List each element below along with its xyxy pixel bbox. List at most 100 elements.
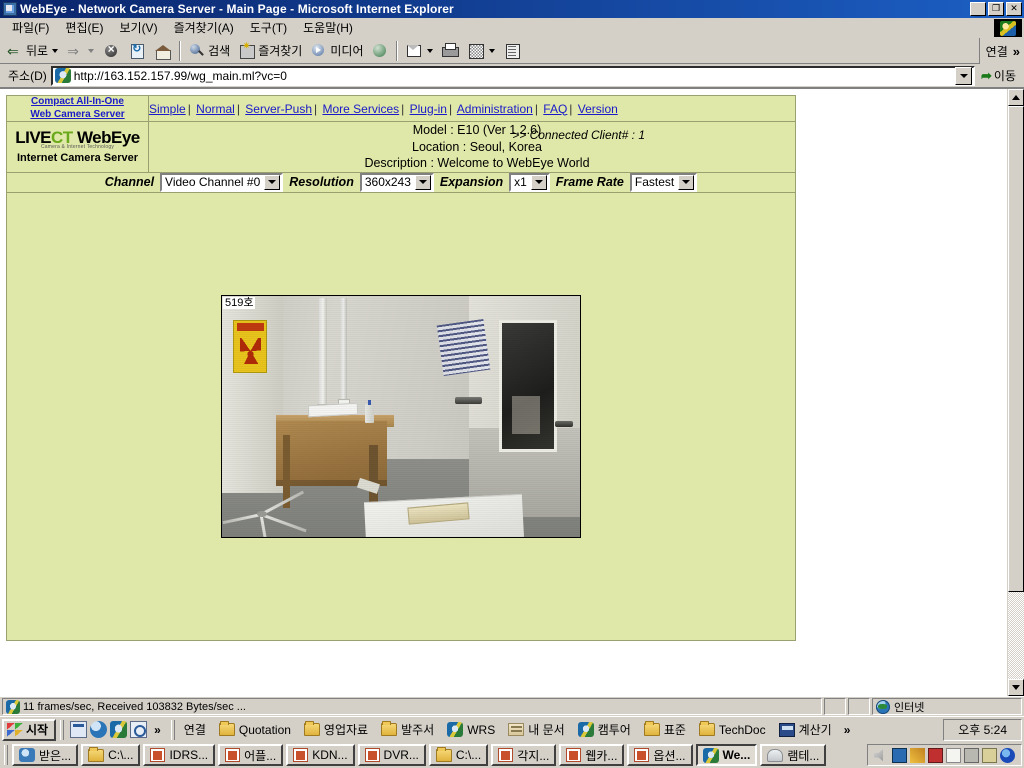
mail-dropdown-icon[interactable] [427, 48, 434, 53]
monitor-icon[interactable] [928, 747, 943, 763]
scroll-down-button[interactable] [1008, 679, 1024, 696]
task-button-explorer-2[interactable]: C:\... [428, 744, 489, 767]
taskbar-link-sales[interactable]: 영업자료 [299, 719, 373, 741]
resolution-select-arrow[interactable] [414, 174, 431, 190]
history-button[interactable] [367, 40, 393, 62]
menu-item-file[interactable]: 파일(F) [4, 17, 57, 38]
minimize-button[interactable]: _ [970, 2, 986, 16]
task-button-application[interactable]: 어플... [218, 744, 284, 767]
camera-video-stream[interactable]: 519호 [221, 294, 581, 538]
taskbar-link-standard[interactable]: 표준 [639, 719, 691, 741]
links-bar[interactable]: 연결 » [978, 38, 1024, 64]
task-button-webcam[interactable]: 웹카... [559, 744, 625, 767]
nav-link-plug-in[interactable]: Plug-in [410, 102, 447, 116]
task-button-regional[interactable]: 각지... [491, 744, 557, 767]
toolbar-grip-1[interactable] [60, 719, 65, 740]
brand-link-line2[interactable]: Web Camera Server [7, 109, 148, 122]
quicklaunch-mail-icon[interactable] [70, 721, 88, 739]
forward-button[interactable] [62, 40, 98, 62]
nav-link-more-services[interactable]: More Services [322, 102, 399, 116]
menu-item-tools[interactable]: 도구(T) [242, 17, 295, 38]
taskbar-link-mydocs[interactable]: 내 문서 [503, 719, 569, 741]
discuss-button[interactable] [499, 40, 525, 62]
taskbar-link-wrs[interactable]: WRS [442, 719, 500, 741]
menu-item-help[interactable]: 도움말(H) [295, 17, 361, 38]
nav-link-normal[interactable]: Normal [196, 102, 235, 116]
home-button[interactable] [150, 40, 176, 62]
quicklaunch-search-icon[interactable] [130, 721, 148, 739]
resolution-select[interactable]: 360x243 [359, 172, 434, 192]
taskbar-link-quotation[interactable]: Quotation [214, 719, 296, 741]
key-icon[interactable] [964, 747, 979, 763]
framerate-select-arrow[interactable] [678, 174, 695, 190]
task-button-idrs[interactable]: IDRS... [143, 744, 216, 767]
taskbar-links-overflow-icon[interactable]: » [840, 723, 855, 737]
print-button[interactable] [437, 40, 463, 62]
taskbar-link-connect[interactable]: 연결 [179, 719, 211, 741]
expansion-select-arrow[interactable] [530, 174, 547, 190]
notepad-icon[interactable] [946, 747, 961, 763]
taskbar-link-calculator[interactable]: 계산기 [774, 719, 837, 741]
scrollbar-thumb[interactable] [1008, 106, 1024, 592]
taskbar-link-techdoc[interactable]: TechDoc [694, 719, 771, 741]
task-button-received[interactable]: 받은... [12, 744, 79, 767]
chevron-right-icon[interactable]: » [1013, 44, 1020, 59]
go-button[interactable]: ➦ 이동 [975, 67, 1022, 84]
nav-link-faq[interactable]: FAQ [543, 102, 567, 116]
network-status-icon[interactable] [892, 747, 907, 763]
framerate-select[interactable]: Fastest [629, 172, 698, 192]
pen-icon[interactable] [910, 747, 925, 763]
nav-link-administration[interactable]: Administration [457, 102, 533, 116]
quicklaunch-overflow-icon[interactable]: » [150, 723, 165, 737]
scroll-up-button[interactable] [1008, 89, 1024, 106]
expansion-select-value: x1 [514, 175, 527, 189]
refresh-button[interactable] [124, 40, 150, 62]
quicklaunch-network-icon[interactable] [90, 721, 108, 739]
volume-icon[interactable] [874, 749, 883, 762]
address-input[interactable]: http://163.152.157.99/wg_main.ml?vc=0 [50, 65, 975, 86]
taskbar-window-buttons: 받은... C:\... IDRS... 어플... KDN... DVR... [12, 744, 861, 767]
menu-item-favorites[interactable]: 즐겨찾기(A) [166, 17, 242, 38]
address-dropdown-button[interactable] [955, 66, 972, 85]
toolbar-grip-3[interactable] [4, 745, 8, 766]
favorites-button[interactable]: 즐겨찾기 [234, 40, 306, 62]
nav-link-server-push[interactable]: Server-Push [245, 102, 312, 116]
edit-dropdown-icon[interactable] [489, 48, 496, 53]
task-button-options[interactable]: 옵션... [627, 744, 693, 767]
close-button[interactable]: ✕ [1006, 2, 1022, 16]
brand-link-line1[interactable]: Compact All-In-One [7, 96, 148, 109]
scrollbar-track[interactable] [1008, 592, 1024, 679]
toolbar-grip-2[interactable] [170, 719, 175, 740]
channel-select-arrow[interactable] [264, 174, 281, 190]
back-dropdown-icon[interactable] [52, 48, 59, 53]
taskbar-link-order[interactable]: 발주서 [376, 719, 439, 741]
menu-item-view[interactable]: 보기(V) [111, 17, 165, 38]
messenger-icon[interactable] [1000, 747, 1015, 763]
task-button-kdn[interactable]: KDN... [286, 744, 355, 767]
nav-link-simple[interactable]: Simple [149, 102, 186, 116]
task-button-explorer-1[interactable]: C:\... [81, 744, 141, 767]
quicklaunch-ie-icon[interactable] [110, 721, 128, 739]
channel-select[interactable]: Video Channel #0 [160, 172, 284, 192]
edit-button[interactable] [463, 40, 499, 62]
start-button[interactable]: 시작 [2, 718, 57, 741]
stop-button[interactable] [98, 40, 124, 62]
search-button[interactable]: 검색 [184, 40, 234, 62]
task-button-webeye[interactable]: We... [695, 744, 758, 767]
back-button[interactable]: 뒤로 [2, 40, 62, 62]
nav-link-version[interactable]: Version [578, 102, 618, 116]
media-button[interactable]: 미디어 [306, 40, 367, 62]
task-button-lamptest[interactable]: 램테... [760, 744, 827, 767]
keyboard-icon[interactable] [982, 747, 997, 763]
taskbar-link-camtour[interactable]: 캠투어 [573, 719, 636, 741]
forward-dropdown-icon[interactable] [88, 48, 95, 53]
menu-item-edit[interactable]: 편집(E) [57, 17, 111, 38]
expansion-select[interactable]: x1 [509, 172, 550, 192]
brand-link-cell[interactable]: Compact All-In-One Web Camera Server [6, 95, 149, 122]
task-button-dvr[interactable]: DVR... [357, 744, 426, 767]
mail-button[interactable] [401, 40, 437, 62]
restore-button[interactable]: ❐ [988, 2, 1004, 16]
refresh-icon [128, 42, 146, 60]
vertical-scrollbar[interactable] [1007, 89, 1024, 696]
system-clock[interactable]: 오후 5:24 [950, 721, 1015, 738]
